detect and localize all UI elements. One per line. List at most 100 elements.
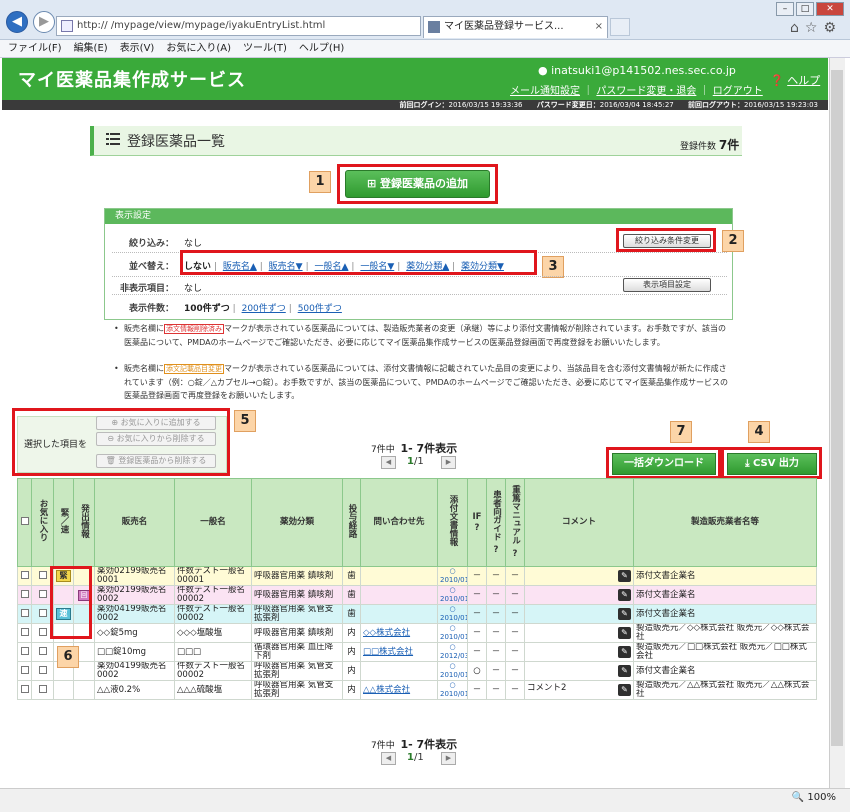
- contact-link[interactable]: △△株式会社: [363, 685, 410, 695]
- delete-registered-button[interactable]: 🗑 登録医薬品から削除する: [96, 454, 216, 468]
- document-icon[interactable]: ○: [449, 587, 455, 595]
- zoom-level[interactable]: 🔍 100%: [792, 792, 836, 803]
- home-icon[interactable]: ⌂: [790, 20, 805, 36]
- help-circle-icon[interactable]: ?: [494, 545, 499, 555]
- comment-text: コメント2: [527, 683, 567, 693]
- row-checkbox[interactable]: [20, 589, 29, 598]
- pencil-icon[interactable]: ✎: [618, 627, 631, 639]
- per-page-500[interactable]: 500件ずつ: [298, 304, 342, 314]
- contact-link[interactable]: ◇◇株式会社: [363, 628, 410, 638]
- forward-arrow-icon[interactable]: ▶: [33, 11, 55, 33]
- document-icon[interactable]: ○: [449, 568, 455, 576]
- maximize-icon[interactable]: □: [796, 2, 814, 16]
- help-circle-icon[interactable]: ?: [475, 523, 480, 533]
- category: 循環器官用薬 血圧降下剤: [251, 642, 343, 662]
- remove-favorite-label: お気に入りから削除する: [116, 434, 205, 443]
- browser-tab[interactable]: マイ医薬品登録サービス... ×: [423, 16, 608, 38]
- address-bar[interactable]: http:// /mypage/view/mypage/iyakuEntryLi…: [56, 16, 421, 36]
- back-arrow-icon[interactable]: ◀: [6, 11, 28, 33]
- row-checkbox[interactable]: [20, 570, 29, 579]
- favorites-star-icon[interactable]: ☆: [805, 20, 824, 36]
- minimize-icon[interactable]: –: [776, 2, 794, 16]
- menu-help[interactable]: ヘルプ(H): [299, 43, 344, 54]
- menu-edit[interactable]: 編集(E): [74, 43, 108, 54]
- pencil-icon[interactable]: ✎: [618, 665, 631, 677]
- pager-range: 1- 7件表示: [400, 442, 458, 455]
- menu-favorites[interactable]: お気に入り(A): [166, 43, 231, 54]
- prev-page-button[interactable]: ◀: [381, 456, 396, 469]
- favorite-checkbox[interactable]: [38, 570, 47, 579]
- zoom-value: 100%: [807, 792, 836, 803]
- csv-export-button[interactable]: ⤓ CSV 出力: [727, 453, 817, 475]
- row-checkbox[interactable]: [20, 608, 29, 617]
- select-all-header: [17, 478, 32, 567]
- brand-name: 薬効04199販売名0002: [94, 661, 175, 681]
- add-medicine-button[interactable]: ⊞ 登録医薬品の追加: [345, 170, 490, 198]
- document-icon[interactable]: ○: [449, 606, 455, 614]
- close-tab-icon[interactable]: ×: [595, 17, 603, 37]
- new-tab-button[interactable]: [610, 18, 630, 36]
- next-page-button[interactable]: ▶: [441, 456, 456, 469]
- scrollbar-thumb[interactable]: [831, 70, 843, 746]
- generic-name: 件数テスト一般名00002: [174, 604, 252, 624]
- favorite-checkbox[interactable]: [38, 665, 47, 674]
- note-deleted: 販売名欄に添文情報削除済みマークが表示されている医薬品については、製造販売業者の…: [114, 322, 732, 349]
- document-icon[interactable]: ○: [449, 663, 455, 671]
- next-page-button[interactable]: ▶: [441, 752, 456, 765]
- menu-tools[interactable]: ツール(T): [243, 43, 287, 54]
- close-window-icon[interactable]: ✕: [816, 2, 844, 16]
- document-date: 2010/01: [440, 595, 468, 603]
- logout-link[interactable]: ログアウト: [713, 86, 763, 97]
- pencil-icon[interactable]: ✎: [618, 570, 631, 582]
- pencil-icon[interactable]: ✎: [618, 589, 631, 601]
- total-pages: /1: [413, 456, 424, 467]
- row-checkbox[interactable]: [20, 646, 29, 655]
- add-favorite-button[interactable]: ⊕ お気に入りに追加する: [96, 416, 216, 430]
- user-icon: ●: [538, 64, 548, 77]
- route: 内: [342, 642, 361, 662]
- pencil-icon[interactable]: ✎: [618, 608, 631, 620]
- gear-icon[interactable]: ⚙: [823, 20, 842, 36]
- route: 歯: [342, 604, 361, 624]
- document-icon[interactable]: ○: [449, 682, 455, 690]
- menu-view[interactable]: 表示(V): [120, 43, 155, 54]
- help-link[interactable]: ❓ ヘルプ: [770, 72, 820, 88]
- display-items-button[interactable]: 表示項目設定: [623, 278, 711, 292]
- generic-name: ◇◇◇塩酸塩: [174, 623, 252, 643]
- table-row: △△液0.2% △△△硫酸塩 呼吸器官用薬 気管支拡張剤内 △△株式会社 ○ 2010/0…: [17, 680, 817, 700]
- pencil-icon[interactable]: ✎: [618, 684, 631, 696]
- header-label: 発出情報: [79, 503, 90, 538]
- registered-count: 登録件数 7件: [680, 136, 739, 153]
- pencil-icon[interactable]: ✎: [618, 646, 631, 658]
- help-circle-icon[interactable]: ?: [513, 549, 518, 559]
- page-icon: [61, 20, 73, 32]
- favorite-checkbox[interactable]: [38, 627, 47, 636]
- if-cell: －: [467, 604, 487, 624]
- generic-name: 件数テスト一般名00002: [174, 585, 252, 605]
- password-change-link[interactable]: パスワード変更・退会: [596, 86, 696, 97]
- select-all-checkbox[interactable]: [20, 516, 29, 525]
- table-row: □□錠10mg □□□ 循環器官用薬 血圧降下剤内 □□株式会社 ○ 2012/03 －－－…: [17, 642, 817, 662]
- header-generic-name: 一般名: [174, 478, 252, 567]
- last-logout-label: 前回ログアウト：: [687, 101, 744, 109]
- row-checkbox[interactable]: [20, 627, 29, 636]
- changed-badge: 添文記載品目変更: [164, 364, 224, 374]
- header-route: 投与経路: [342, 478, 361, 567]
- mail-settings-link[interactable]: メール通知設定: [510, 86, 580, 97]
- favorite-checkbox[interactable]: [38, 589, 47, 598]
- callout-box-3: [180, 250, 537, 275]
- favorite-checkbox[interactable]: [38, 646, 47, 655]
- favorite-checkbox[interactable]: [38, 608, 47, 617]
- menu-file[interactable]: ファイル(F): [8, 43, 62, 54]
- document-icon[interactable]: ○: [449, 644, 455, 652]
- remove-favorite-button[interactable]: ⊖ お気に入りから削除する: [96, 432, 216, 446]
- manufacturer: 添付文書企業名: [633, 661, 817, 681]
- contact-link[interactable]: □□株式会社: [363, 647, 413, 657]
- favorite-checkbox[interactable]: [38, 684, 47, 693]
- per-page-200[interactable]: 200件ずつ: [242, 304, 286, 314]
- document-icon[interactable]: ○: [449, 625, 455, 633]
- row-checkbox[interactable]: [20, 665, 29, 674]
- prev-page-button[interactable]: ◀: [381, 752, 396, 765]
- bulk-download-button[interactable]: 一括ダウンロード: [612, 453, 716, 475]
- row-checkbox[interactable]: [20, 684, 29, 693]
